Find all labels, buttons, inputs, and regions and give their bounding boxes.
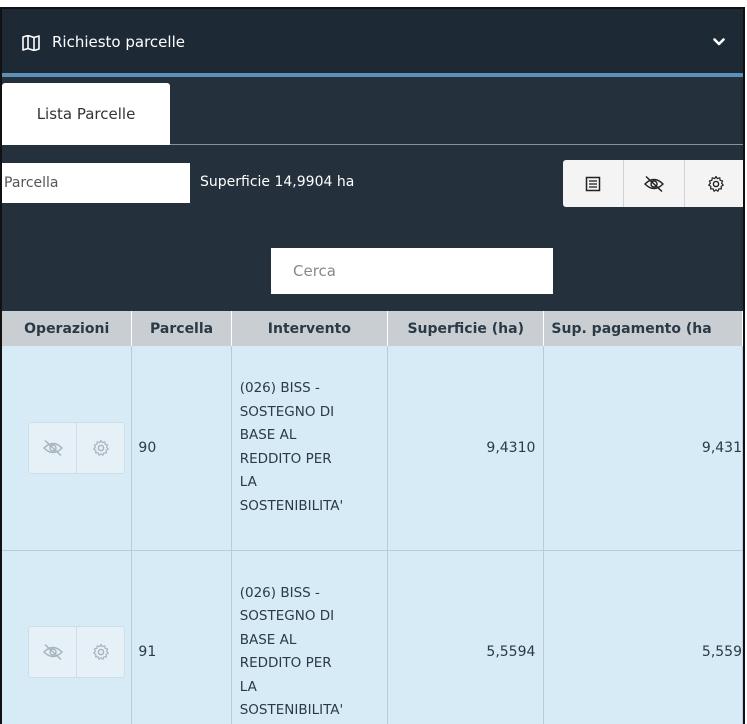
eye-slash-icon xyxy=(42,439,63,456)
column-header-parcella[interactable]: Parcella xyxy=(131,311,232,346)
chevron-down-icon[interactable] xyxy=(713,37,725,47)
row-operations xyxy=(2,346,133,551)
cell-parcella: 91 xyxy=(131,550,232,724)
cell-superficie: 9,4310 xyxy=(387,346,545,551)
total-surface-text: Superficie 14,9904 ha xyxy=(200,174,355,190)
cell-intervento: (026) BISS - SOSTEGNO DI BASE AL REDDITO… xyxy=(231,346,388,551)
intervento-line: BASE AL xyxy=(239,427,297,444)
intervento-line: (026) BISS - xyxy=(239,380,320,397)
cell-sup-pagamento: 9,431 xyxy=(543,346,743,551)
settings-button[interactable] xyxy=(685,160,743,207)
search-area xyxy=(2,230,743,304)
parcels-table: Operazioni Parcella Intervento Superfici… xyxy=(2,311,743,724)
gear-icon xyxy=(92,643,109,660)
row-operations xyxy=(2,550,133,724)
map-icon xyxy=(22,35,40,51)
table-row[interactable]: 91 (026) BISS - SOSTEGNO DI BASE AL REDD… xyxy=(2,550,743,724)
row-hide-button[interactable] xyxy=(29,627,77,677)
eye-slash-icon xyxy=(42,643,63,661)
column-header-operazioni[interactable]: Operazioni xyxy=(2,311,133,346)
cell-superficie: 5,5594 xyxy=(387,550,545,724)
column-header-sup-pagamento[interactable]: Sup. pagamento (ha xyxy=(543,311,743,346)
tab-bar: Lista Parcelle xyxy=(2,77,743,145)
gear-icon xyxy=(707,175,724,192)
row-operations-group xyxy=(28,626,125,678)
parcels-panel: Richiesto parcelle Lista Parcelle Superf… xyxy=(0,7,745,724)
tab-lista-parcelle[interactable]: Lista Parcelle xyxy=(2,83,170,145)
cell-sup-pagamento: 5,559 xyxy=(543,550,743,724)
intervento-line: SOSTENIBILITA' xyxy=(239,497,344,514)
panel-title: Richiesto parcelle xyxy=(52,33,185,51)
intervento-line: SOSTENIBILITA' xyxy=(239,702,344,718)
panel-header[interactable]: Richiesto parcelle xyxy=(2,9,743,77)
column-header-intervento[interactable]: Intervento xyxy=(231,311,388,346)
row-operations-group xyxy=(28,421,125,474)
intervento-line: SOSTEGNO DI xyxy=(239,608,335,624)
list-icon xyxy=(585,176,601,191)
intervento-line: REDDITO PER xyxy=(239,655,332,671)
intervento-line: BASE AL xyxy=(239,631,297,648)
toolbar-button-group xyxy=(563,160,743,207)
intervento-line: LA xyxy=(239,678,257,695)
search-input[interactable] xyxy=(271,248,553,294)
intervento-line: (026) BISS - xyxy=(239,584,320,601)
table-header-row: Operazioni Parcella Intervento Superfici… xyxy=(2,311,743,346)
cell-parcella: 90 xyxy=(131,346,232,551)
intervento-line: SOSTEGNO DI xyxy=(239,403,335,420)
intervento-line: LA xyxy=(239,474,257,491)
hide-button[interactable] xyxy=(624,160,685,207)
table-row[interactable]: 90 (026) BISS - SOSTEGNO DI BASE AL REDD… xyxy=(2,346,743,551)
column-header-superficie[interactable]: Superficie (ha) xyxy=(387,311,545,346)
parcel-filter-input[interactable] xyxy=(2,163,190,203)
toolbar: Superficie 14,9904 ha xyxy=(2,145,743,230)
eye-slash-icon xyxy=(644,175,664,192)
row-settings-button[interactable] xyxy=(77,423,124,473)
row-hide-button[interactable] xyxy=(29,422,77,473)
cell-intervento: (026) BISS - SOSTEGNO DI BASE AL REDDITO… xyxy=(231,550,388,724)
gear-icon xyxy=(92,439,109,456)
intervento-line: REDDITO PER xyxy=(239,450,332,467)
row-settings-button[interactable] xyxy=(77,627,124,677)
list-view-button[interactable] xyxy=(563,160,624,207)
